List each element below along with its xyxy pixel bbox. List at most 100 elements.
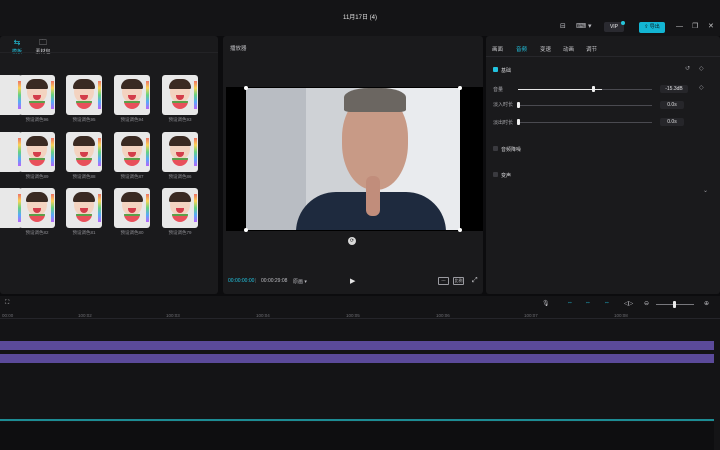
frame-background <box>246 88 306 230</box>
export-button[interactable]: ⇪ 导出 <box>639 22 665 33</box>
preset-thumbnail[interactable] <box>162 132 198 172</box>
video-track-clip[interactable] <box>0 341 714 350</box>
noise-reduction-checkbox[interactable] <box>493 146 498 151</box>
color-strip <box>194 138 197 166</box>
tab-picture[interactable]: 画面 <box>492 45 503 53</box>
color-strip <box>51 81 54 109</box>
split-icon[interactable]: ◁▷ <box>624 300 633 307</box>
color-strip <box>194 194 197 222</box>
minimize-icon[interactable]: — <box>676 22 683 32</box>
preset-label: 预设调色88 <box>72 174 96 179</box>
preset-label: 预设调色96 <box>25 117 49 122</box>
preset-thumbnail[interactable] <box>19 188 55 228</box>
quality-dropdown[interactable]: 原画 ▾ <box>293 278 307 285</box>
color-strip <box>194 81 197 109</box>
preset-thumbnail[interactable] <box>114 75 150 115</box>
resize-handle-tl[interactable] <box>244 86 248 90</box>
preset-thumbnail[interactable] <box>114 132 150 172</box>
microphone-icon[interactable]: 🎙 <box>542 300 550 307</box>
link-icon[interactable]: ⇔ <box>585 300 591 306</box>
resize-handle-bl[interactable] <box>244 228 248 232</box>
tab-animation[interactable]: 动画 <box>563 45 574 53</box>
preset-thumbnail[interactable] <box>114 188 150 228</box>
crop-icon[interactable]: ⛶ <box>5 300 9 307</box>
preset-label: 预设调色79 <box>168 230 192 235</box>
play-icon[interactable]: ▶ <box>350 277 355 285</box>
preset-thumbnail[interactable] <box>19 132 55 172</box>
child-hair <box>121 192 143 202</box>
zoom-out-icon[interactable]: ⊖ <box>644 300 649 307</box>
properties-panel: 画面 音频 变速 动画 调节 <box>486 36 720 294</box>
noise-reduction-label: 音频降噪 <box>501 147 522 153</box>
video-frame[interactable] <box>246 88 460 230</box>
total-timecode: 00:00:29:08 <box>261 278 288 284</box>
preset-thumbnail-partial[interactable] <box>0 188 22 228</box>
preset-thumbnail[interactable] <box>66 132 102 172</box>
keyframe-icon[interactable]: ◇ <box>699 84 704 91</box>
watermelon <box>124 101 140 109</box>
fade-out-value[interactable]: 0.0s <box>660 118 684 126</box>
preset-label: 预设调色81 <box>72 230 96 235</box>
preset-label: 预设调色89 <box>25 174 49 179</box>
export-label: 导出 <box>649 24 660 30</box>
fade-in-value[interactable]: 0.0s <box>660 101 684 109</box>
layout-icon[interactable]: ⊟ <box>560 22 566 32</box>
preset-thumbnail[interactable] <box>162 75 198 115</box>
watermelon <box>172 101 188 109</box>
color-strip <box>98 138 101 166</box>
timeline: ⛶ 🎙 ⇔ ⇔ ⇔ ◁▷ ⊖ ⊕ 00:00 100:02 100:03 100:04… <box>0 296 720 450</box>
voice-change-checkbox[interactable] <box>493 172 498 177</box>
close-icon[interactable]: ✕ <box>708 22 714 32</box>
resize-handle-br[interactable] <box>458 228 462 232</box>
volume-slider-fill <box>518 89 603 90</box>
zoom-in-icon[interactable]: ⊕ <box>704 300 709 307</box>
rotate-icon[interactable]: ⟳ <box>348 237 356 245</box>
link-main-track-icon[interactable]: ⇔ <box>567 300 573 306</box>
color-strip <box>18 194 21 222</box>
color-strip <box>146 138 149 166</box>
fullscreen-icon[interactable]: ⤢ <box>472 277 478 285</box>
preset-thumbnail[interactable] <box>19 75 55 115</box>
chevron-down-icon[interactable]: ⌄ <box>703 187 708 194</box>
fade-in-label: 淡入时长 <box>493 102 514 108</box>
restore-icon[interactable]: ❐ <box>692 22 698 32</box>
preset-thumbnail[interactable] <box>66 75 102 115</box>
child-hair <box>121 136 143 146</box>
volume-value[interactable]: -15.3dB <box>660 85 688 93</box>
preset-thumbnail[interactable] <box>162 188 198 228</box>
preset-thumbnail[interactable] <box>66 188 102 228</box>
watermelon <box>172 214 188 222</box>
color-strip <box>98 81 101 109</box>
keyframe-icon[interactable]: ◇ <box>699 65 704 72</box>
zoom-knob[interactable] <box>673 301 676 308</box>
preset-thumbnail-partial[interactable] <box>0 132 22 172</box>
preset-label: 预设调色87 <box>120 174 144 179</box>
color-strip <box>98 194 101 222</box>
audio-track-clip[interactable] <box>0 419 714 421</box>
waveform-icon[interactable]: 〰 <box>438 277 449 285</box>
volume-label: 音量 <box>493 87 504 93</box>
keyboard-icon[interactable]: ⌨ ▾ <box>576 22 592 32</box>
ratio-button[interactable]: 比例 <box>453 277 464 285</box>
preset-thumbnail-partial[interactable] <box>0 75 22 115</box>
child-hair <box>73 79 95 89</box>
tab-speed[interactable]: 变速 <box>540 45 551 53</box>
child-hair <box>26 79 48 89</box>
fade-out-slider[interactable] <box>518 122 652 123</box>
basic-checkbox[interactable] <box>493 67 498 72</box>
video-track-clip-2[interactable] <box>0 354 714 363</box>
folder-icon: 🗀 <box>39 38 47 47</box>
fade-out-knob[interactable] <box>517 119 520 125</box>
fade-in-slider[interactable] <box>518 105 652 106</box>
timecode-separator: | <box>255 278 257 284</box>
watermelon <box>124 214 140 222</box>
snap-icon[interactable]: ⇔ <box>604 300 610 306</box>
watermelon <box>76 158 92 166</box>
watermelon <box>124 158 140 166</box>
tab-audio[interactable]: 音频 <box>516 45 527 53</box>
tab-adjust[interactable]: 调节 <box>586 45 597 53</box>
reset-icon[interactable]: ↺ <box>685 65 690 72</box>
fade-in-knob[interactable] <box>517 102 520 108</box>
volume-knob[interactable] <box>591 86 595 92</box>
resize-handle-tr[interactable] <box>458 86 462 90</box>
